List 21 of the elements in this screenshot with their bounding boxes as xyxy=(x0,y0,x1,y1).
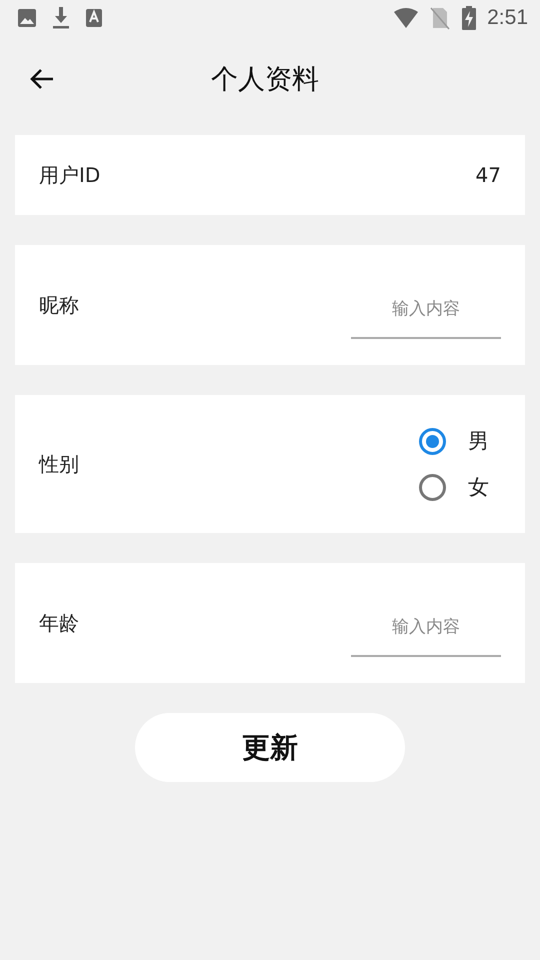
font-icon xyxy=(85,8,103,28)
update-button[interactable]: 更新 xyxy=(135,713,405,782)
no-sim-icon xyxy=(429,6,452,30)
battery-charging-icon xyxy=(461,6,478,30)
radio-label: 女 xyxy=(468,474,489,501)
field-label: 用户ID xyxy=(39,162,100,188)
field-label: 年龄 xyxy=(39,610,79,636)
download-icon xyxy=(51,6,71,30)
radio-button[interactable] xyxy=(419,474,446,500)
radio-button[interactable] xyxy=(419,428,446,454)
image-icon xyxy=(17,8,37,28)
input-field[interactable]: 输入内容 xyxy=(351,285,501,339)
field-value: 47 xyxy=(476,163,501,187)
wifi-icon xyxy=(393,7,420,29)
field-label: 性别 xyxy=(39,450,79,478)
page-title: 个人资料 xyxy=(211,63,319,97)
back-arrow-icon xyxy=(29,68,55,90)
status-time: 2:51 xyxy=(487,6,528,30)
field-label: 昵称 xyxy=(39,292,79,318)
input-field[interactable]: 输入内容 xyxy=(351,603,501,657)
radio-label: 男 xyxy=(468,428,489,455)
